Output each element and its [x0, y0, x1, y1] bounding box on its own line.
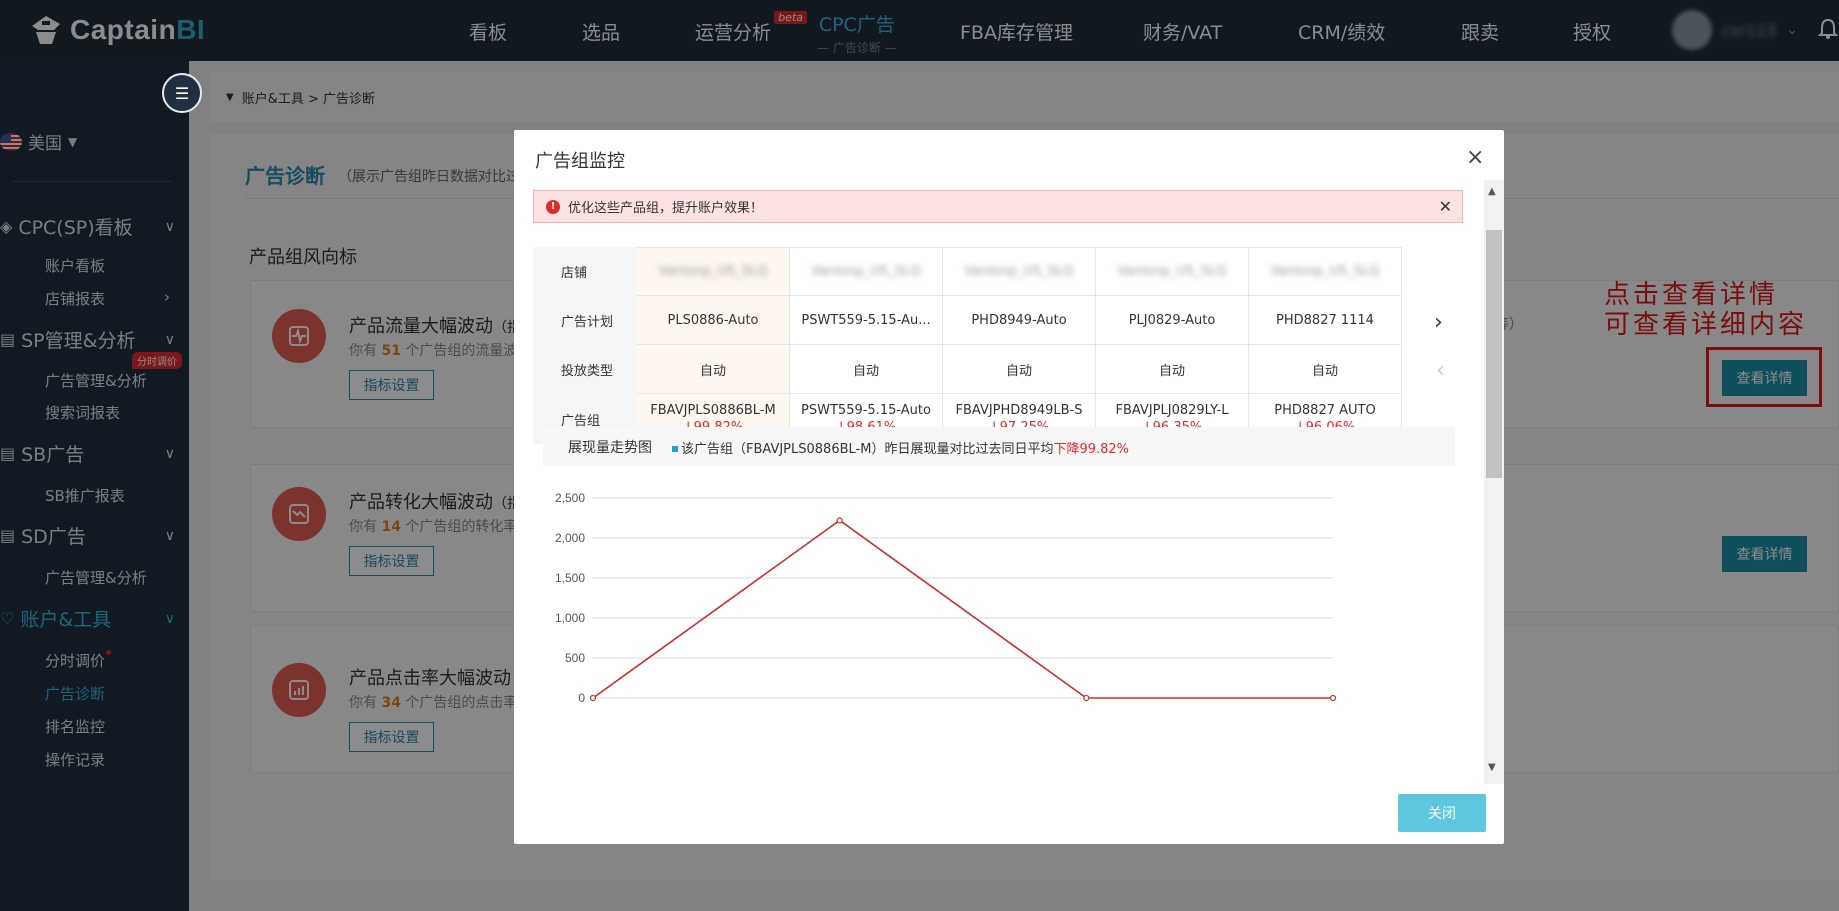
campaign-cell: PHD8949-Auto [943, 296, 1096, 345]
y-tick-label: 0 [578, 691, 585, 705]
scroll-up-arrow-icon[interactable]: ▲ [1488, 186, 1496, 197]
store-cell: Vanlonp_US_SLQ [1096, 247, 1249, 296]
campaign-cell: PSWT559-5.15-Au... [790, 296, 943, 345]
store-cell: Vanlonp_US_SLQ [790, 247, 943, 296]
close-icon[interactable]: ✕ [1439, 197, 1452, 216]
y-tick-label: 2,500 [555, 491, 585, 505]
store-cell: Vanlonp_US_SLQ [943, 247, 1096, 296]
exclamation-icon: ! [546, 199, 560, 214]
chart-title: 展现量走势图 [568, 440, 652, 456]
close-button[interactable]: 关闭 [1398, 794, 1486, 832]
modal-body: ! 优化这些产品组，提升账户效果！ ✕ 店铺 广告计划 投放类型 广告组 Van… [514, 180, 1484, 784]
sidebar-collapse-button[interactable]: ☰ [162, 73, 202, 113]
row-label-store: 店铺 [533, 247, 637, 296]
store-cell: Vanlonp_US_SLQ [1249, 247, 1402, 296]
menu-collapse-icon: ☰ [174, 83, 190, 103]
campaign-cell: PLS0886-Auto [637, 296, 790, 345]
close-icon[interactable]: × [1466, 147, 1484, 169]
ad-group-grid: 店铺 广告计划 投放类型 广告组 Vanlonp_US_SLQ PLS0886-A… [533, 247, 1408, 451]
targeting-type-cell: 自动 [637, 345, 790, 394]
targeting-type-cell: 自动 [1096, 345, 1249, 394]
targeting-type-cell: 自动 [1249, 345, 1402, 394]
impressions-line-chart: 0 500 1,000 1,500 2,000 2,500 [555, 491, 1337, 705]
data-point[interactable] [1329, 694, 1337, 702]
data-point[interactable] [589, 694, 597, 702]
series-line [592, 519, 1333, 699]
row-label-campaign: 广告计划 [533, 296, 637, 345]
campaign-cell: PHD8827 1114 [1249, 296, 1402, 345]
y-tick-label: 1,000 [555, 611, 585, 625]
chart-header: 展现量走势图 该广告组（FBAVJPLS0886BL-M）昨日展现量对比过去同日… [543, 427, 1455, 467]
modal-title: 广告组监控 [535, 151, 625, 172]
chart-description: 该广告组（FBAVJPLS0886BL-M）昨日展现量对比过去同日平均下降99.… [672, 438, 1129, 457]
alert-text: 优化这些产品组，提升账户效果！ [568, 201, 764, 216]
y-tick-label: 500 [565, 651, 585, 665]
legend-dot [672, 446, 678, 452]
targeting-type-cell: 自动 [790, 345, 943, 394]
targeting-type-cell: 自动 [943, 345, 1096, 394]
alert-banner: ! 优化这些产品组，提升账户效果！ ✕ [533, 190, 1463, 223]
campaign-cell: PLJ0829-Auto [1096, 296, 1249, 345]
row-label-targeting-type: 投放类型 [533, 345, 637, 394]
data-point[interactable] [836, 517, 843, 524]
store-cell: Vanlonp_US_SLQ [637, 247, 790, 296]
ad-group-monitor-modal: 广告组监控 × ! 优化这些产品组，提升账户效果！ ✕ 店铺 广告计划 投放类型… [514, 130, 1504, 844]
chevron-right-icon[interactable]: › [1434, 310, 1443, 335]
scrollbar-thumb[interactable] [1486, 230, 1502, 478]
data-point[interactable] [1083, 694, 1090, 702]
y-tick-label: 2,000 [555, 531, 585, 545]
y-tick-label: 1,500 [555, 571, 585, 585]
chevron-left-icon[interactable]: ‹ [1436, 358, 1445, 383]
scroll-down-arrow-icon[interactable]: ▼ [1488, 762, 1496, 773]
